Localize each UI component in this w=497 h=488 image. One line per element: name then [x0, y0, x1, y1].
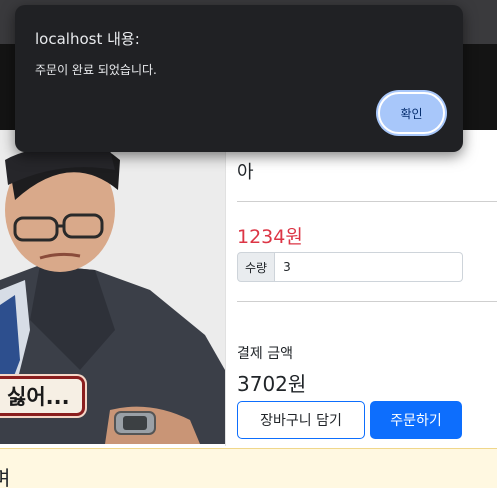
bottom-notice-band [0, 448, 497, 488]
product-price: 1234원 [237, 226, 303, 248]
product-name: 아 [237, 162, 254, 183]
dialog-title: localhost 내용: [35, 30, 140, 48]
image-caption-sticker: 싫어... [0, 376, 85, 416]
alert-dialog: localhost 내용: 주문이 완료 되었습니다. 확인 [15, 5, 463, 152]
dialog-ok-button[interactable]: 확인 [378, 92, 445, 134]
quantity-input[interactable] [275, 252, 464, 282]
order-button[interactable]: 주문하기 [370, 401, 462, 439]
quantity-label: 수량 [237, 252, 276, 282]
total-value: 3702원 [237, 372, 307, 396]
total-label: 결제 금액 [237, 346, 293, 362]
column-divider [225, 130, 226, 446]
add-to-cart-button[interactable]: 장바구니 담기 [237, 401, 365, 439]
quantity-group: 수량 [237, 252, 464, 282]
divider [237, 301, 497, 302]
image-caption-text: 싫어... [7, 385, 70, 409]
divider [237, 201, 497, 202]
bottom-notice-text: 며 [0, 466, 11, 488]
product-image: 싫어... [0, 130, 225, 444]
dialog-message: 주문이 완료 되었습니다. [35, 63, 157, 77]
